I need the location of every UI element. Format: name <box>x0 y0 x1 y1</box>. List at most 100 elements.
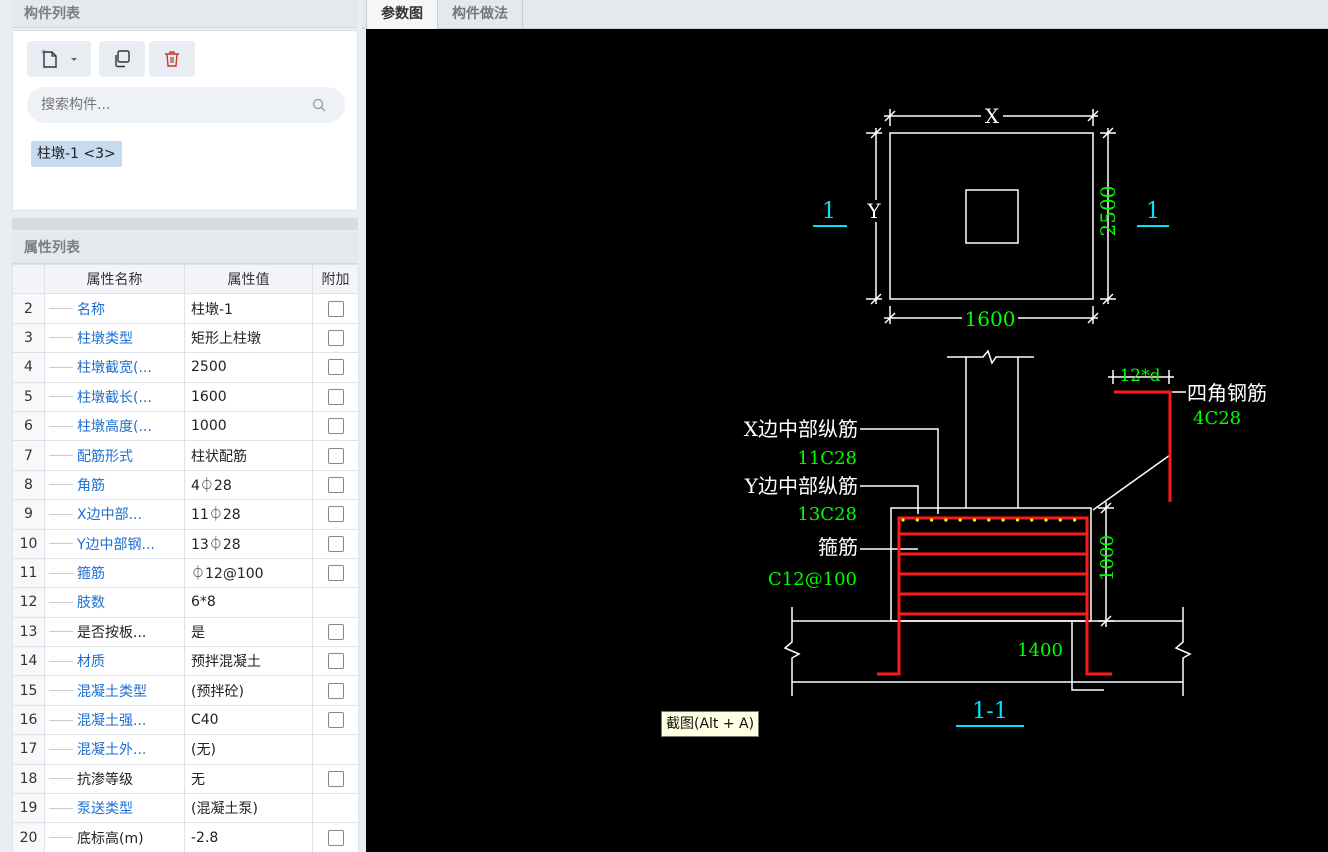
additional-checkbox[interactable] <box>327 535 344 552</box>
property-name-cell[interactable]: 混凝土类型 <box>44 675 185 706</box>
table-row[interactable]: 17 混凝土外... (无) <box>12 734 359 765</box>
table-row[interactable]: 20 底标高(m) -2.8 <box>12 822 359 852</box>
property-value[interactable]: 柱墩-1 <box>184 293 313 324</box>
property-name-cell[interactable]: 配筋形式 <box>44 440 185 471</box>
property-name-cell[interactable]: 混凝土外... <box>44 734 185 765</box>
property-value[interactable]: C40 <box>184 704 313 736</box>
property-name: 混凝土类型 <box>77 683 147 700</box>
table-row[interactable]: 8 角筋 4⏀28 <box>12 469 359 501</box>
additional-checkbox[interactable] <box>327 447 344 464</box>
additional-checkbox[interactable] <box>327 476 344 493</box>
property-name-cell[interactable]: 泵送类型 <box>44 793 185 824</box>
component-list-title: 构件列表 <box>12 0 358 28</box>
chevron-down-icon[interactable] <box>69 48 79 70</box>
search-icon[interactable] <box>311 97 327 113</box>
drawing-canvas[interactable]: X Y 1600 2500 1 1 12*d 四角钢筋 4C28 X边中部纵筋 … <box>366 29 1328 852</box>
property-name-cell[interactable]: 柱墩截宽(... <box>44 352 185 383</box>
tab-parameter-drawing[interactable]: 参数图 <box>366 0 438 29</box>
additional-checkbox[interactable] <box>327 300 344 317</box>
section-mark-left: 1 <box>822 199 836 224</box>
table-row[interactable]: 16 混凝土强... C40 <box>12 704 359 736</box>
additional-cell <box>312 440 359 471</box>
delete-component-button[interactable] <box>149 41 195 77</box>
table-row[interactable]: 15 混凝土类型 (预拌砼) <box>12 675 359 706</box>
property-value[interactable]: 矩形上柱墩 <box>184 322 313 354</box>
property-value[interactable]: 预拌混凝土 <box>184 646 313 677</box>
additional-checkbox[interactable] <box>327 682 344 699</box>
property-value[interactable]: (预拌砼) <box>184 675 313 706</box>
tab-component-method[interactable]: 构件做法 <box>438 0 523 29</box>
property-name-cell[interactable]: 底标高(m) <box>44 822 185 852</box>
property-value[interactable]: 无 <box>184 763 313 795</box>
property-name-cell[interactable]: 是否按板... <box>44 616 185 648</box>
copy-component-button[interactable] <box>99 41 145 77</box>
property-name-cell[interactable]: Y边中部钢... <box>44 528 185 559</box>
property-name: 肢数 <box>77 595 105 612</box>
property-value[interactable]: 1000 <box>184 410 313 442</box>
property-name-cell[interactable]: 柱墩高度(... <box>44 410 185 442</box>
additional-checkbox[interactable] <box>327 712 344 729</box>
additional-checkbox[interactable] <box>327 418 344 435</box>
property-value[interactable]: 11⏀28 <box>184 499 313 530</box>
additional-checkbox[interactable] <box>327 829 344 846</box>
table-row[interactable]: 13 是否按板... 是 <box>12 616 359 648</box>
additional-checkbox[interactable] <box>327 388 344 405</box>
property-value[interactable]: 柱状配筋 <box>184 440 313 471</box>
additional-checkbox[interactable] <box>327 653 344 670</box>
search-input[interactable] <box>27 87 345 123</box>
additional-checkbox[interactable] <box>327 506 344 523</box>
table-row[interactable]: 5 柱墩截长(... 1600 <box>12 381 359 412</box>
property-name-cell[interactable]: 肢数 <box>44 587 185 618</box>
property-value[interactable]: (混凝土泵) <box>184 793 313 824</box>
table-row[interactable]: 19 泵送类型 (混凝土泵) <box>12 793 359 824</box>
additional-checkbox[interactable] <box>327 359 344 376</box>
property-name-cell[interactable]: 抗渗等级 <box>44 763 185 795</box>
property-value[interactable]: 13⏀28 <box>184 528 313 559</box>
tree-line <box>49 690 73 692</box>
table-row[interactable]: 11 箍筋 ⏀12@100 <box>12 557 359 589</box>
table-row[interactable]: 18 抗渗等级 无 <box>12 763 359 795</box>
property-name-cell[interactable]: X边中部... <box>44 499 185 530</box>
plan-length-dim: 1600 <box>965 307 1016 331</box>
copy-icon <box>115 50 130 68</box>
property-name-cell[interactable]: 柱墩截长(... <box>44 381 185 412</box>
property-value[interactable]: ⏀12@100 <box>184 557 313 589</box>
property-name-cell[interactable]: 材质 <box>44 646 185 677</box>
table-row[interactable]: 9 X边中部... 11⏀28 <box>12 499 359 530</box>
property-name-cell[interactable]: 名称 <box>44 293 185 324</box>
left-panel: 构件列表 * 搜索构件... 柱墩-1 <3> 属性列表 属性名称 属性值 附加… <box>0 0 362 852</box>
table-row[interactable]: 14 材质 预拌混凝土 <box>12 646 359 677</box>
new-component-button[interactable]: * <box>27 41 91 77</box>
y-mid-rebar-label: Y边中部纵筋 <box>744 474 858 498</box>
property-value[interactable]: 1600 <box>184 381 313 412</box>
table-row[interactable]: 12 肢数 6*8 <box>12 587 359 618</box>
property-name-cell[interactable]: 柱墩类型 <box>44 322 185 354</box>
property-name-cell[interactable]: 箍筋 <box>44 557 185 589</box>
table-row[interactable]: 6 柱墩高度(... 1000 <box>12 410 359 442</box>
corner-rebar-value: 4C28 <box>1193 408 1241 429</box>
property-name-cell[interactable]: 混凝土强... <box>44 704 185 736</box>
header-index <box>12 263 45 295</box>
property-value[interactable]: 4⏀28 <box>184 469 313 501</box>
property-name-cell[interactable]: 角筋 <box>44 469 185 501</box>
plan-x-label: X <box>985 104 1000 128</box>
table-row[interactable]: 2 名称 柱墩-1 <box>12 293 359 324</box>
tree-line <box>49 396 73 398</box>
property-value[interactable]: -2.8 <box>184 822 313 852</box>
additional-checkbox[interactable] <box>327 770 344 787</box>
table-row[interactable]: 10 Y边中部钢... 13⏀28 <box>12 528 359 559</box>
property-value[interactable]: 2500 <box>184 352 313 383</box>
table-row[interactable]: 4 柱墩截宽(... 2500 <box>12 352 359 383</box>
additional-checkbox[interactable] <box>327 329 344 346</box>
table-row[interactable]: 7 配筋形式 柱状配筋 <box>12 440 359 471</box>
additional-cell <box>312 763 359 795</box>
panel-splitter[interactable] <box>12 218 358 230</box>
property-value[interactable]: 6*8 <box>184 587 313 618</box>
additional-cell <box>312 646 359 677</box>
property-value[interactable]: (无) <box>184 734 313 765</box>
property-value[interactable]: 是 <box>184 616 313 648</box>
additional-checkbox[interactable] <box>327 623 344 640</box>
additional-checkbox[interactable] <box>327 565 344 582</box>
table-row[interactable]: 3 柱墩类型 矩形上柱墩 <box>12 322 359 354</box>
component-item[interactable]: 柱墩-1 <3> <box>31 141 122 167</box>
